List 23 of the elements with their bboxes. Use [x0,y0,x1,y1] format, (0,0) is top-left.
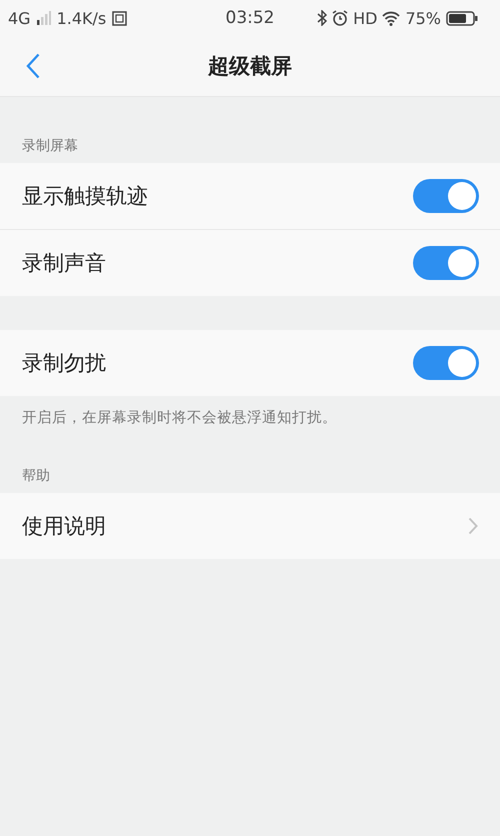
battery-percent: 75% [405,8,441,28]
network-type: 4G [8,8,31,28]
alarm-icon [332,10,348,26]
hd-label: HD [353,8,378,28]
network-speed: 1.4K/s [56,8,106,28]
chevron-right-icon [468,517,478,535]
toggle-switch[interactable] [413,246,479,280]
clock: 03:52 [226,8,274,28]
setting-label: 录制勿扰 [22,351,106,375]
battery-icon [446,10,478,26]
notification-icon [112,10,128,26]
wifi-icon [382,10,400,26]
toggle-switch[interactable] [413,346,479,380]
signal-icon [36,11,51,25]
bluetooth-icon [317,10,328,26]
setting-description: 开启后，在屏幕录制时将不会被悬浮通知打扰。 [22,410,337,426]
page-title: 超级截屏 [208,54,292,78]
section-header: 帮助 [22,468,50,484]
setting-label: 显示触摸轨迹 [22,184,148,208]
toggle-switch[interactable] [413,179,479,213]
setting-label: 录制声音 [22,251,106,275]
section-header: 录制屏幕 [22,138,78,154]
setting-label[interactable]: 使用说明 [22,514,106,538]
